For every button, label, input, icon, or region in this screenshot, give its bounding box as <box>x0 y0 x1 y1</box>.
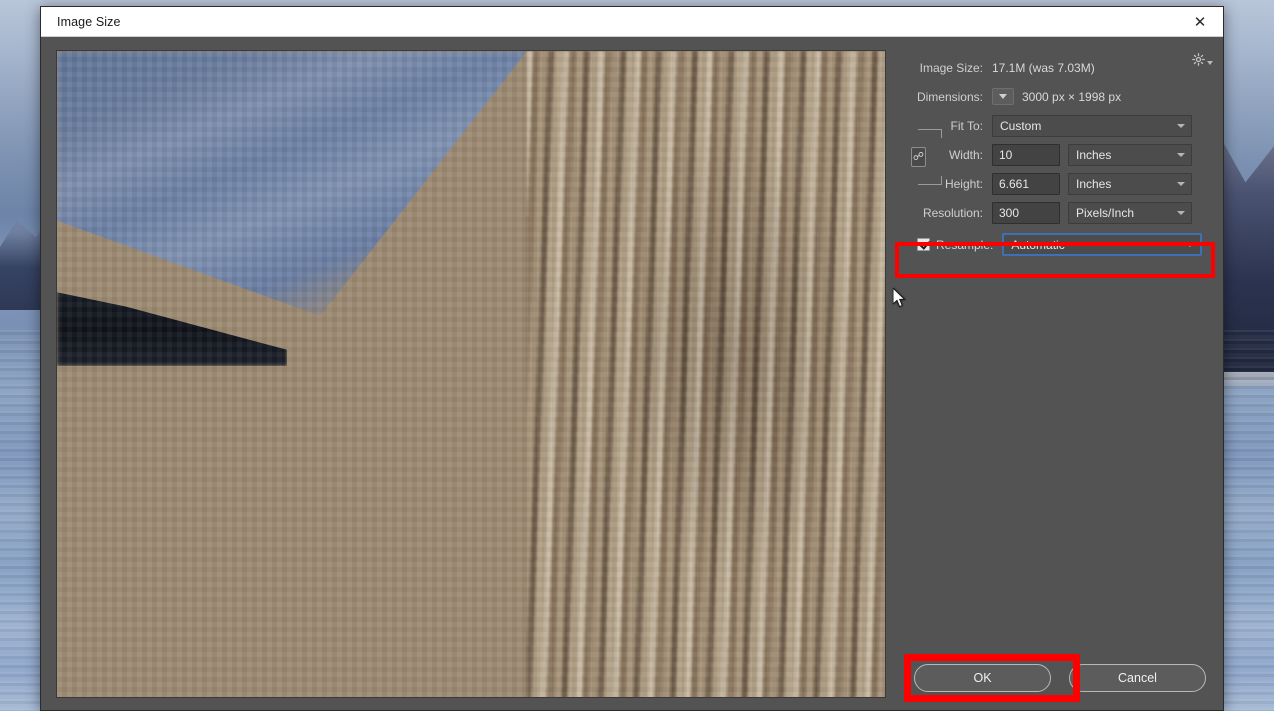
resample-label: Resample: <box>936 237 994 252</box>
image-size-value: 17.1M (was 7.03M) <box>992 60 1095 75</box>
close-icon[interactable]: ✕ <box>1177 7 1223 37</box>
dialog-footer: OK Cancel <box>886 664 1223 692</box>
width-input[interactable]: 10 <box>992 143 1060 166</box>
resample-row: Resample: Automatic <box>900 233 1209 256</box>
cancel-button[interactable]: Cancel <box>1069 664 1206 692</box>
dimensions-label: Dimensions: <box>916 89 983 104</box>
resolution-input[interactable]: 300 <box>992 201 1060 224</box>
resample-select[interactable]: Automatic <box>1002 233 1203 256</box>
resample-checkbox[interactable] <box>917 238 930 251</box>
height-row: Height: 6.661 Inches <box>900 172 1209 195</box>
gear-icon[interactable] <box>1192 53 1213 66</box>
settings-panel: Image Size: 17.1M (was 7.03M) Dimensions… <box>886 46 1223 710</box>
constrain-proportions-group: ☍ <box>908 129 942 185</box>
dimensions-value: 3000 px × 1998 px <box>1022 89 1122 104</box>
preview-mane-region <box>527 51 885 697</box>
resolution-row: Resolution: 300 Pixels/Inch <box>900 201 1209 224</box>
width-row: Width: 10 Inches <box>900 143 1209 166</box>
height-unit-select[interactable]: Inches <box>1068 172 1192 195</box>
chevron-down-icon[interactable] <box>992 88 1014 105</box>
resolution-unit-select[interactable]: Pixels/Inch <box>1068 201 1192 224</box>
fit-to-row: Fit To: Custom <box>900 114 1209 137</box>
image-size-row: Image Size: 17.1M (was 7.03M) <box>900 56 1209 79</box>
link-bracket-bottom <box>918 176 942 185</box>
dimensions-row: Dimensions: 3000 px × 1998 px <box>900 85 1209 108</box>
gear-dropdown-arrow-icon <box>1207 60 1213 65</box>
image-size-dialog: Image Size ✕ Image Size: 17.1M (was 7.03… <box>40 6 1224 711</box>
dialog-body: Image Size: 17.1M (was 7.03M) Dimensions… <box>41 37 1223 710</box>
link-bracket-top <box>918 129 942 138</box>
image-size-label: Image Size: <box>919 60 983 75</box>
image-preview[interactable] <box>56 50 886 698</box>
resolution-label: Resolution: <box>922 205 983 220</box>
dialog-titlebar: Image Size ✕ <box>41 7 1223 37</box>
height-input[interactable]: 6.661 <box>992 172 1060 195</box>
dialog-title: Image Size <box>57 14 121 29</box>
chain-link-icon[interactable]: ☍ <box>911 147 926 167</box>
ok-button[interactable]: OK <box>914 664 1051 692</box>
fit-to-select[interactable]: Custom <box>992 114 1192 137</box>
width-unit-select[interactable]: Inches <box>1068 143 1192 166</box>
